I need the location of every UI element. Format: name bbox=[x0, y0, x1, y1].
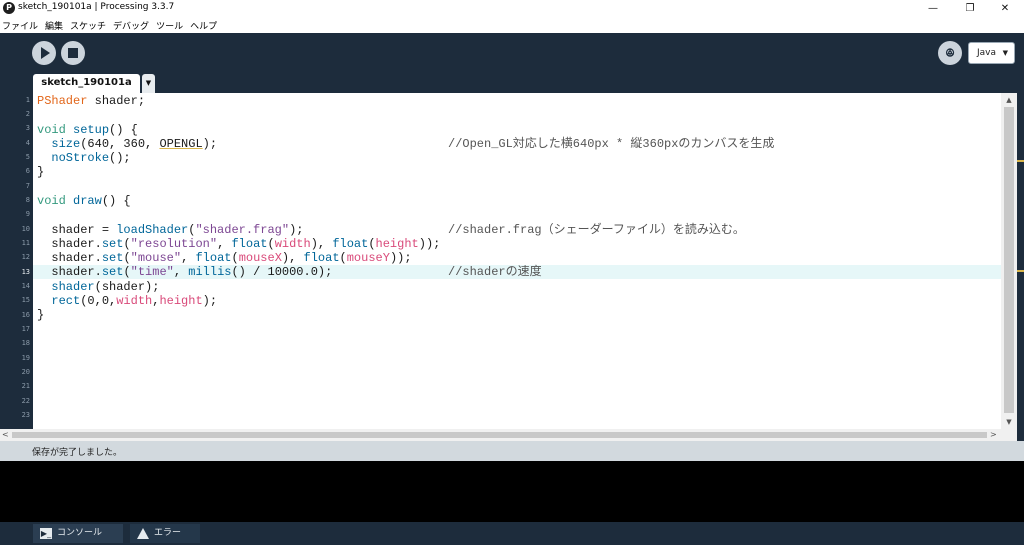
code-line: } bbox=[37, 165, 45, 179]
chevron-down-icon: ▼ bbox=[1002, 49, 1008, 57]
code-line: void draw() { bbox=[37, 194, 131, 208]
code-line: shader.set("resolution", float(width), f… bbox=[51, 237, 441, 251]
tab-bar: sketch_190101a ▼ bbox=[0, 73, 1024, 93]
menu-tools[interactable]: ツール bbox=[156, 19, 183, 32]
line-number: 4 bbox=[25, 139, 30, 147]
code-line: shader(shader); bbox=[51, 280, 160, 294]
code-editor[interactable]: PShader shader; void setup() { size(640,… bbox=[33, 93, 1001, 429]
scroll-corner bbox=[1017, 429, 1024, 441]
line-number: 6 bbox=[25, 167, 30, 175]
vertical-scrollbar[interactable]: ▲ ▼ bbox=[1001, 93, 1017, 429]
line-number: 23 bbox=[21, 411, 30, 419]
debug-button[interactable]: ꔮ bbox=[938, 41, 962, 65]
tab-errors[interactable]: エラー bbox=[130, 524, 200, 543]
line-number: 21 bbox=[21, 382, 30, 390]
code-line: noStroke(); bbox=[51, 151, 131, 165]
console-output[interactable] bbox=[0, 461, 1024, 522]
tab-sketch[interactable]: sketch_190101a bbox=[33, 74, 140, 93]
footer-bar: ▶_ コンソール エラー bbox=[0, 522, 1024, 545]
console-icon: ▶_ bbox=[40, 528, 52, 539]
line-number: 3 bbox=[25, 124, 30, 132]
menu-help[interactable]: ヘルプ bbox=[190, 19, 217, 32]
line-number: 15 bbox=[21, 296, 30, 304]
code-line: shader.set("mouse", float(mouseX), float… bbox=[51, 251, 412, 265]
error-marker-strip bbox=[1017, 93, 1024, 429]
line-number: 20 bbox=[21, 368, 30, 376]
line-number: 22 bbox=[21, 397, 30, 405]
scroll-down-icon[interactable]: ▼ bbox=[1001, 415, 1017, 429]
line-number-current: 13 bbox=[21, 268, 30, 276]
status-message: 保存が完了しました。 bbox=[32, 448, 123, 458]
code-line: shader = loadShader("shader.frag"); bbox=[51, 223, 304, 237]
tab-errors-label: エラー bbox=[154, 528, 182, 538]
code-line: } bbox=[37, 308, 45, 322]
menu-sketch[interactable]: スケッチ bbox=[70, 19, 106, 32]
warning-icon bbox=[137, 528, 149, 539]
mode-label: Java bbox=[977, 48, 997, 58]
code-comment: //shaderの速度 bbox=[448, 265, 542, 279]
play-icon bbox=[41, 47, 50, 59]
line-number: 17 bbox=[21, 325, 30, 333]
line-number: 9 bbox=[25, 210, 30, 218]
code-line: size(640, 360, OPENGL); bbox=[51, 137, 218, 151]
line-number: 1 bbox=[25, 96, 30, 104]
line-number: 10 bbox=[21, 225, 30, 233]
line-number: 7 bbox=[25, 182, 30, 190]
close-button[interactable]: ✕ bbox=[988, 0, 1022, 17]
line-number: 5 bbox=[25, 153, 30, 161]
stop-icon bbox=[68, 48, 78, 58]
scroll-left-icon[interactable]: < bbox=[2, 429, 9, 441]
scroll-thumb[interactable] bbox=[1004, 107, 1014, 413]
tab-console-label: コンソール bbox=[57, 528, 103, 538]
run-button[interactable] bbox=[32, 41, 56, 65]
code-line: rect(0,0,width,height); bbox=[51, 294, 218, 308]
tab-console[interactable]: ▶_ コンソール bbox=[33, 524, 123, 543]
line-number: 19 bbox=[21, 354, 30, 362]
mode-select[interactable]: Java ▼ bbox=[968, 42, 1015, 64]
line-number: 12 bbox=[21, 253, 30, 261]
code-line: void setup() { bbox=[37, 123, 138, 137]
horizontal-scrollbar[interactable]: < > bbox=[0, 429, 1017, 441]
status-bar: 保存が完了しました。 bbox=[0, 441, 1024, 461]
line-number: 16 bbox=[21, 311, 30, 319]
minimize-button[interactable]: — bbox=[916, 0, 950, 17]
window-title: sketch_190101a | Processing 3.3.7 bbox=[18, 2, 175, 12]
toolbar: ꔮ Java ▼ bbox=[0, 33, 1024, 73]
menu-bar: ファイル 編集 スケッチ デバッグ ツール ヘルプ bbox=[0, 17, 1024, 33]
tab-menu-button[interactable]: ▼ bbox=[142, 74, 155, 93]
code-line: PShader shader; bbox=[37, 94, 146, 108]
code-comment: //shader.frag（シェーダーファイル）を読み込む。 bbox=[448, 223, 745, 237]
line-number-gutter: 1 2 3 4 5 6 7 8 9 10 11 12 13 14 15 16 1… bbox=[0, 93, 33, 429]
code-comment: //Open_GL対応した横640px * 縦360pxのカンバスを生成 bbox=[448, 137, 775, 151]
line-number: 18 bbox=[21, 339, 30, 347]
scroll-thumb[interactable] bbox=[12, 432, 987, 438]
line-number: 2 bbox=[25, 110, 30, 118]
butterfly-debug-icon: ꔮ bbox=[945, 46, 955, 60]
line-number: 14 bbox=[21, 282, 30, 290]
line-number: 11 bbox=[21, 239, 30, 247]
menu-edit[interactable]: 編集 bbox=[45, 19, 63, 32]
stop-button[interactable] bbox=[61, 41, 85, 65]
restore-button[interactable]: ❐ bbox=[953, 0, 987, 17]
title-bar: P sketch_190101a | Processing 3.3.7 — ❐ … bbox=[0, 0, 1024, 17]
scroll-up-icon[interactable]: ▲ bbox=[1001, 93, 1017, 107]
line-number: 8 bbox=[25, 196, 30, 204]
scroll-right-icon[interactable]: > bbox=[990, 429, 997, 441]
menu-debug[interactable]: デバッグ bbox=[113, 19, 149, 32]
processing-logo-icon: P bbox=[3, 2, 15, 14]
menu-file[interactable]: ファイル bbox=[2, 19, 38, 32]
line-marker[interactable] bbox=[1017, 270, 1024, 272]
code-line-current: shader.set("time", millis() / 10000.0); bbox=[51, 265, 333, 279]
line-marker[interactable] bbox=[1017, 160, 1024, 162]
